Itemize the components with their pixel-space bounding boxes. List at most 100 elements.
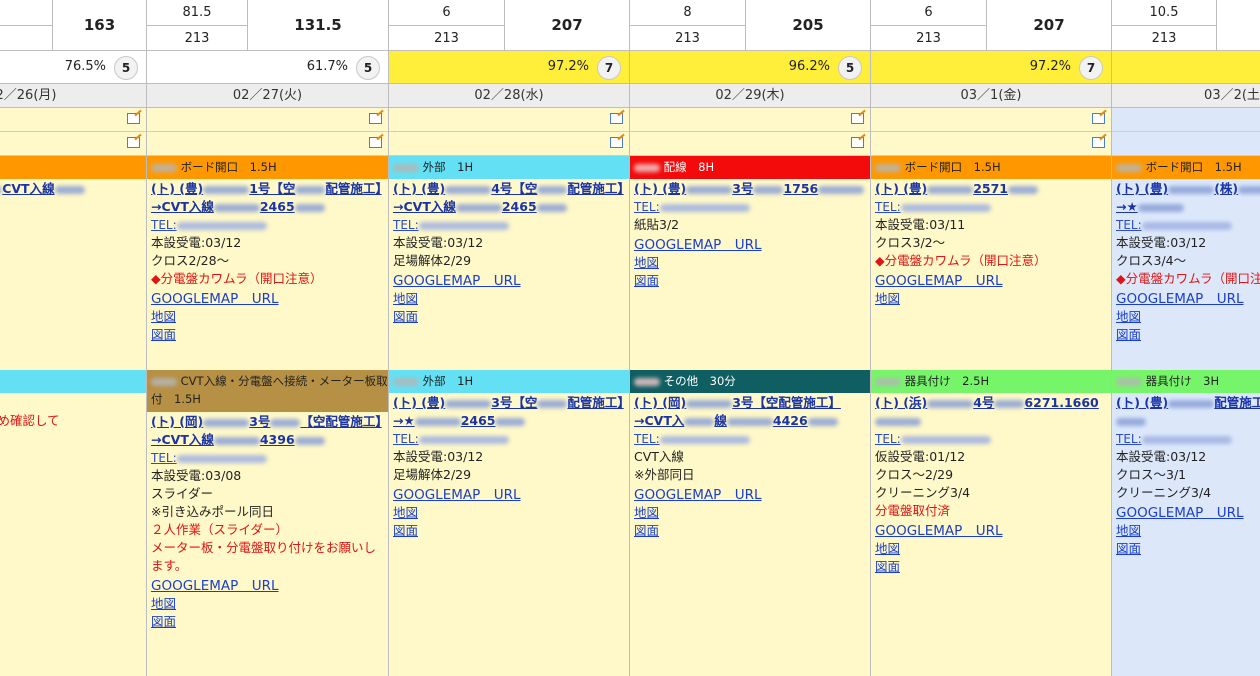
date-header[interactable]: 02／28(水) — [389, 84, 629, 108]
job-title-link[interactable]: (ト) (浜) 4号 6271.1660 — [875, 394, 1107, 430]
phone-link[interactable]: TEL: — [1116, 216, 1260, 234]
job-header[interactable]: ボード開口 1.5H — [871, 156, 1111, 179]
drawing-link[interactable]: 図面 — [634, 272, 866, 290]
job-card[interactable]: CVT入線・分電盤へ接続・メーター板取付 1.5H (ト) (岡) 3号 【空配管施工… — [147, 370, 388, 676]
job-header[interactable]: ボード開口 1.5H — [1112, 156, 1260, 179]
job-card[interactable]: 器具付け 3H (ト) (豊) 配管施工】→CVT入線 TEL: 本設受電:03/12 ク… — [1112, 370, 1260, 676]
edit-icon[interactable] — [610, 137, 623, 148]
date-header[interactable]: 02／29(木) — [630, 84, 870, 108]
map-link[interactable]: 地図 — [393, 290, 625, 308]
edit-icon[interactable] — [610, 113, 623, 124]
phone-link[interactable]: TEL: — [634, 430, 866, 448]
job-warning: ているか念のため確認して — [0, 413, 60, 428]
map-link[interactable]: 地図 — [151, 308, 384, 326]
drawing-link[interactable]: 図面 — [393, 308, 625, 326]
googlemap-link[interactable]: GOOGLEMAP URL — [393, 486, 625, 504]
phone-link[interactable]: TEL: — [393, 430, 625, 448]
drawing-link[interactable]: 図面 — [151, 326, 384, 344]
job-header[interactable]: H — [0, 370, 146, 393]
googlemap-link[interactable]: GOOGLEMAP URL — [393, 272, 625, 290]
job-card[interactable]: H ているか念のため確認して URL — [0, 370, 146, 676]
phone-link[interactable]: TEL: — [1116, 430, 1260, 448]
job-count-badge[interactable]: 7 — [1079, 56, 1103, 80]
googlemap-link[interactable]: URL — [0, 432, 142, 450]
job-card[interactable]: 外部 1H (ト) (豊) 4号【空 配管施工】→CVT入線 2465 TEL: 本設受電:… — [389, 156, 629, 370]
job-title-link[interactable]: (ト) (豊) 2571 — [875, 180, 1107, 198]
map-link[interactable]: 地図 — [1116, 308, 1260, 326]
phone-link[interactable]: TEL: — [151, 216, 384, 234]
edit-icon[interactable] — [851, 137, 864, 148]
edit-icon[interactable] — [1092, 113, 1105, 124]
job-header[interactable]: 配線 8H — [630, 156, 870, 179]
job-title-link[interactable]: (ト) (豊) 配管施工】→CVT入線 — [1116, 394, 1260, 430]
googlemap-link[interactable]: GOOGLEMAP URL — [634, 486, 866, 504]
job-title-link[interactable]: 4号【空CVT入線 — [0, 180, 142, 198]
googlemap-link[interactable]: GOOGLEMAP URL — [151, 290, 384, 308]
job-header[interactable]: 外部 1H — [389, 370, 629, 393]
map-link[interactable]: 地図 — [875, 290, 1107, 308]
job-card[interactable]: 口 1.5H4号【空CVT入線ラ（開口注意） URL — [0, 156, 146, 370]
drawing-link[interactable]: 図面 — [1116, 540, 1260, 558]
job-card[interactable]: 配線 8H (ト) (豊) 3号 1756 TEL: 紙貼3/2 GOOGLEMAP URL… — [630, 156, 870, 370]
job-title-link[interactable]: (ト) (豊) 3号 1756 — [634, 180, 866, 198]
drawing-link[interactable]: 図面 — [1116, 326, 1260, 344]
map-link[interactable]: 地図 — [393, 504, 625, 522]
job-card[interactable]: 外部 1H (ト) (豊) 3号【空 配管施工】→★ 2465 TEL: 本設受電:03/1… — [389, 370, 629, 676]
job-title-link[interactable]: (ト) (岡) 3号【空配管施工】→CVT入線 4426 — [634, 394, 866, 430]
drawing-link[interactable]: 図面 — [151, 613, 384, 631]
map-link[interactable]: 地図 — [634, 254, 866, 272]
job-title-link[interactable] — [0, 394, 142, 412]
googlemap-link[interactable]: GOOGLEMAP URL — [875, 272, 1107, 290]
job-card[interactable]: ボード開口 1.5H (ト) (豊) 1号【空 配管施工】→CVT入線 2465 TEL:… — [147, 156, 388, 370]
edit-icon[interactable] — [851, 113, 864, 124]
job-header[interactable]: 口 1.5H — [0, 156, 146, 179]
job-card[interactable]: その他 30分 (ト) (岡) 3号【空配管施工】→CVT入線 4426 TEL: CVT… — [630, 370, 870, 676]
edit-icon[interactable] — [369, 113, 382, 124]
job-header[interactable]: CVT入線・分電盤へ接続・メーター板取付 1.5H — [147, 370, 388, 412]
map-link[interactable]: 地図 — [151, 595, 384, 613]
map-link[interactable]: 地図 — [634, 504, 866, 522]
date-header[interactable]: 02／27(火) — [147, 84, 388, 108]
job-header[interactable]: その他 30分 — [630, 370, 870, 393]
drawing-link[interactable]: 図面 — [634, 522, 866, 540]
date-header[interactable]: 2／26(月) — [0, 84, 146, 108]
job-title-link[interactable]: (ト) (豊) 3号【空 配管施工】→★ 2465 — [393, 394, 625, 430]
job-count-badge[interactable]: 5 — [838, 56, 862, 80]
phone-link[interactable]: TEL: — [875, 430, 1107, 448]
job-card[interactable]: ボード開口 1.5H(ト) (豊)(株)配管施工】→★TEL:本設受電:03/1… — [1112, 156, 1260, 370]
job-card[interactable]: ボード開口 1.5H (ト) (豊) 2571 TEL: 本設受電:03/11 クロス3/… — [871, 156, 1111, 370]
job-count-badge[interactable]: 5 — [356, 56, 380, 80]
job-count-badge[interactable]: 7 — [597, 56, 621, 80]
job-title-link[interactable]: (ト) (豊) 4号【空 配管施工】→CVT入線 2465 — [393, 180, 625, 216]
job-card[interactable]: 器具付け 2.5H (ト) (浜) 4号 6271.1660 TEL: 仮設受電:01/1… — [871, 370, 1111, 676]
phone-link[interactable]: TEL: — [634, 198, 866, 216]
edit-icon[interactable] — [1092, 137, 1105, 148]
job-header[interactable]: 器具付け 2.5H — [871, 370, 1111, 393]
googlemap-link[interactable]: GOOGLEMAP URL — [151, 577, 384, 595]
googlemap-link[interactable]: GOOGLEMAP URL — [875, 522, 1107, 540]
drawing-link[interactable]: 図面 — [875, 558, 1107, 576]
date-header[interactable]: 03／2(土 — [1112, 84, 1260, 108]
edit-icon[interactable] — [127, 137, 140, 148]
job-header[interactable]: ボード開口 1.5H — [147, 156, 388, 179]
googlemap-link[interactable]: URL — [0, 218, 142, 236]
job-count-badge[interactable]: 5 — [114, 56, 138, 80]
edit-icon[interactable] — [369, 137, 382, 148]
job-title-link[interactable]: (ト) (岡) 3号 【空配管施工】→CVT入線 4396 — [151, 413, 384, 449]
date-header[interactable]: 03／1(金) — [871, 84, 1111, 108]
map-link[interactable]: 地図 — [1116, 522, 1260, 540]
job-header[interactable]: 外部 1H — [389, 156, 629, 179]
drawing-link[interactable]: 図面 — [393, 522, 625, 540]
googlemap-link[interactable]: GOOGLEMAP URL — [1116, 290, 1260, 308]
job-title-link[interactable]: (ト) (豊) 1号【空 配管施工】→CVT入線 2465 — [151, 180, 384, 216]
phone-link[interactable]: TEL: — [393, 216, 625, 234]
job-title-part: 4426 — [772, 413, 808, 428]
phone-link[interactable]: TEL: — [151, 449, 384, 467]
job-title-link[interactable]: (ト) (豊)(株)配管施工】→★ — [1116, 180, 1260, 216]
googlemap-link[interactable]: GOOGLEMAP URL — [634, 236, 866, 254]
phone-link[interactable]: TEL: — [875, 198, 1107, 216]
map-link[interactable]: 地図 — [875, 540, 1107, 558]
job-header[interactable]: 器具付け 3H — [1112, 370, 1260, 393]
edit-icon[interactable] — [127, 113, 140, 124]
googlemap-link[interactable]: GOOGLEMAP URL — [1116, 504, 1260, 522]
